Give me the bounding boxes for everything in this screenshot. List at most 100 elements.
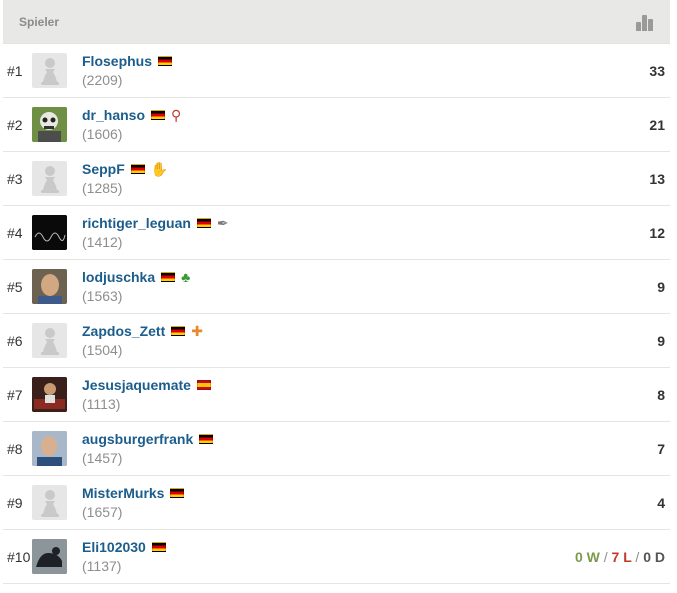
germany-flag-icon [196, 218, 211, 228]
avatar[interactable] [32, 53, 67, 88]
avatar[interactable] [32, 215, 67, 250]
rank: #2 [7, 116, 23, 133]
rank: #5 [7, 278, 23, 295]
score: 21 [649, 116, 665, 133]
score: 4 [657, 494, 665, 511]
header-label: Spieler [19, 14, 60, 29]
avatar[interactable] [32, 161, 67, 196]
player-info: augsburgerfrank (1457) [82, 431, 214, 466]
avatar-image [32, 269, 67, 304]
player-info: dr_hanso ⚲ (1606) [82, 107, 181, 142]
avatar[interactable] [32, 323, 67, 358]
username-link[interactable]: Jesusjaquemate [82, 377, 191, 393]
avatar[interactable] [32, 269, 67, 304]
rank: #3 [7, 170, 23, 187]
avatar[interactable] [32, 377, 67, 412]
clover-badge-icon: ♣ [181, 269, 191, 285]
clap-badge-icon: ✋ [150, 161, 169, 177]
leaderboard-table: Spieler #1 Flosephus (2209) 33 #2 dr_han… [3, 0, 670, 584]
germany-flag-icon [199, 434, 214, 444]
avatar-image [32, 539, 67, 574]
rating: (1606) [82, 126, 123, 142]
separator: / [603, 548, 608, 565]
rank: #4 [7, 224, 23, 241]
rank: #7 [7, 386, 23, 403]
score: 7 [657, 440, 665, 457]
puzzle-piece-badge-icon: ✚ [191, 323, 203, 339]
avatar[interactable] [32, 431, 67, 466]
pawn-icon [40, 57, 59, 85]
username-link[interactable]: Zapdos_Zett [82, 323, 165, 339]
germany-flag-icon [170, 488, 185, 498]
rating: (1137) [82, 558, 122, 574]
score: 9 [657, 278, 665, 295]
table-row: #1 Flosephus (2209) 33 [3, 44, 670, 98]
score: 33 [649, 62, 665, 79]
pawn-icon [40, 489, 59, 517]
rating: (1412) [82, 234, 123, 250]
rank: #1 [7, 62, 23, 79]
germany-flag-icon [151, 110, 166, 120]
rating: (2209) [82, 72, 123, 88]
leaderboard-header: Spieler [3, 0, 670, 43]
table-row: #3 SeppF ✋ (1285) 13 [3, 152, 670, 206]
rating: (1457) [82, 450, 123, 466]
rank: #6 [7, 332, 23, 349]
win-loss-draw: 0 W / 7 L / 0 D [575, 549, 665, 565]
leaderboard-rows: #1 Flosephus (2209) 33 #2 dr_hanso ⚲ (16… [3, 43, 670, 584]
username-link[interactable]: Eli102030 [82, 539, 146, 555]
username-link[interactable]: richtiger_leguan [82, 215, 191, 231]
table-row: #6 Zapdos_Zett ✚ (1504) 9 [3, 314, 670, 368]
avatar-image [32, 377, 67, 412]
rating: (1563) [82, 288, 123, 304]
separator: / [635, 548, 640, 565]
player-info: richtiger_leguan ✒ (1412) [82, 215, 229, 250]
rank: #10 [7, 548, 31, 565]
player-info: MisterMurks (1657) [82, 485, 185, 520]
losses: 7 L [611, 548, 632, 565]
rating: (1113) [82, 396, 121, 412]
player-info: SeppF ✋ (1285) [82, 161, 168, 196]
feather-badge-icon: ✒ [216, 215, 229, 231]
table-row: #2 dr_hanso ⚲ (1606) 21 [3, 98, 670, 152]
username-link[interactable]: SeppF [82, 161, 125, 177]
rating: (1504) [82, 342, 123, 358]
player-info: Flosephus (2209) [82, 53, 173, 88]
score: 12 [649, 224, 665, 241]
spain-flag-icon [196, 380, 211, 390]
germany-flag-icon [171, 326, 186, 336]
username-link[interactable]: MisterMurks [82, 485, 164, 501]
leaderboard-icon [636, 13, 654, 31]
avatar[interactable] [32, 539, 67, 574]
rating: (1657) [82, 504, 123, 520]
table-row: #9 MisterMurks (1657) 4 [3, 476, 670, 530]
draws: 0 D [643, 548, 665, 565]
player-info: Eli102030 (1137) [82, 539, 166, 574]
table-row: #10 Eli102030 (1137) 0 W / 7 L / 0 D [3, 530, 670, 584]
wins: 0 W [574, 548, 600, 565]
germany-flag-icon [158, 56, 173, 66]
avatar[interactable] [32, 485, 67, 520]
puzzle-badge-icon: ⚲ [171, 107, 182, 123]
table-row: #7 Jesusjaquemate (1113) 8 [3, 368, 670, 422]
username-link[interactable]: augsburgerfrank [82, 431, 193, 447]
rating: (1285) [82, 180, 123, 196]
pawn-icon [40, 165, 59, 193]
germany-flag-icon [161, 272, 176, 282]
username-link[interactable]: Flosephus [82, 53, 152, 69]
player-info: lodjuschka ♣ (1563) [82, 269, 190, 304]
score: 8 [657, 386, 665, 403]
germany-flag-icon [130, 164, 145, 174]
player-info: Zapdos_Zett ✚ (1504) [82, 323, 203, 358]
rank: #8 [7, 440, 23, 457]
avatar-image [32, 215, 67, 250]
avatar[interactable] [32, 107, 67, 142]
username-link[interactable]: dr_hanso [82, 107, 145, 123]
germany-flag-icon [151, 542, 166, 552]
table-row: #5 lodjuschka ♣ (1563) 9 [3, 260, 670, 314]
username-link[interactable]: lodjuschka [82, 269, 155, 285]
avatar-image [32, 107, 67, 142]
pawn-icon [40, 327, 59, 355]
rank: #9 [7, 494, 23, 511]
score: 9 [657, 332, 665, 349]
